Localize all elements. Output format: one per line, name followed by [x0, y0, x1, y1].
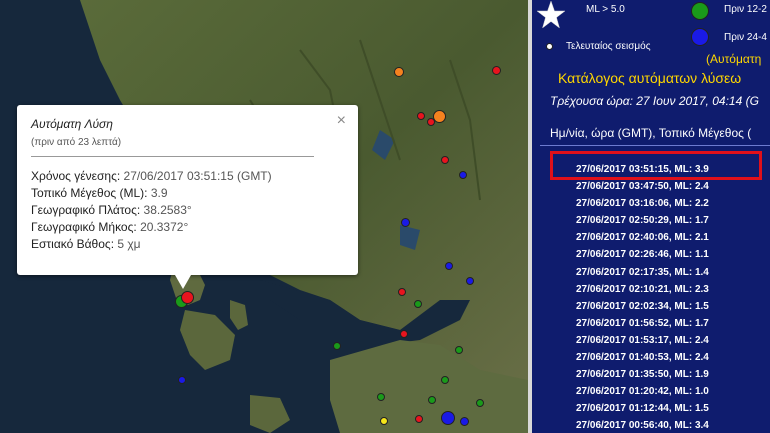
catalog-entry[interactable]: 27/06/2017 00:56:40, ML: 3.4: [576, 417, 709, 433]
header-separator: [540, 145, 770, 146]
quake-marker-blue[interactable]: [401, 218, 410, 227]
quake-marker-green[interactable]: [428, 396, 436, 404]
catalog-entry[interactable]: 27/06/2017 02:02:34, ML: 1.5: [576, 298, 709, 315]
quake-marker-red[interactable]: [441, 156, 449, 164]
quake-marker-green[interactable]: [377, 393, 385, 401]
catalog-entry[interactable]: 27/06/2017 01:56:52, ML: 1.7: [576, 315, 709, 332]
legend-auto: (Αυτόματη: [706, 52, 762, 66]
star-icon: [536, 0, 566, 29]
popup-divider: [31, 156, 314, 157]
panel-divider: [528, 0, 532, 433]
quake-marker-blue[interactable]: [178, 376, 186, 384]
popup-row-latitude: Γεωγραφικό Πλάτος: 38.2583°: [31, 203, 192, 217]
legend-ml5: ML > 5.0: [586, 4, 625, 15]
catalog-entry[interactable]: 27/06/2017 02:40:06, ML: 2.1: [576, 229, 709, 246]
popup-tail: [175, 275, 191, 289]
popup-row-magnitude: Τοπικό Μέγεθος (ML): 3.9: [31, 186, 168, 200]
legend-dot-blue: [691, 28, 709, 46]
quake-marker-green[interactable]: [476, 399, 484, 407]
catalog-entry[interactable]: 27/06/2017 01:20:42, ML: 1.0: [576, 383, 709, 400]
quake-marker-blue[interactable]: [466, 277, 474, 285]
legend-dot-white: [546, 43, 553, 50]
quake-marker-red[interactable]: [417, 112, 425, 120]
catalog-entry[interactable]: 27/06/2017 03:16:06, ML: 2.2: [576, 195, 709, 212]
legend-dot-green: [691, 2, 709, 20]
quake-marker-blue[interactable]: [459, 171, 467, 179]
quake-marker-red[interactable]: [415, 415, 423, 423]
quake-marker-yellow[interactable]: [380, 417, 388, 425]
catalog-panel: ML > 5.0 Πριν 12-2 Τελευταίος σεισμός Πρ…: [528, 0, 770, 433]
popup-row-origin-time: Χρόνος γένεσης: 27/06/2017 03:51:15 (GMT…: [31, 169, 272, 183]
selected-quake-marker[interactable]: [181, 291, 194, 304]
quake-marker-green[interactable]: [441, 376, 449, 384]
catalog-entry[interactable]: 27/06/2017 03:47:50, ML: 2.4: [576, 178, 709, 195]
legend-last-quake: Τελευταίος σεισμός: [566, 41, 651, 52]
quake-marker-orange[interactable]: [394, 67, 404, 77]
popup-time-ago: (πριν από 23 λεπτά): [31, 137, 122, 148]
earthquake-map[interactable]: × Αυτόματη Λύση (πριν από 23 λεπτά) Χρόν…: [0, 0, 528, 433]
popup-row-depth: Εστιακό Βάθος: 5 χμ: [31, 237, 141, 251]
legend-prev24: Πριν 24-4: [724, 32, 767, 43]
catalog-entry[interactable]: 27/06/2017 02:26:46, ML: 1.1: [576, 246, 709, 263]
popup-row-longitude: Γεωγραφικό Μήκος: 20.3372°: [31, 220, 189, 234]
quake-info-popup: × Αυτόματη Λύση (πριν από 23 λεπτά) Χρόν…: [17, 105, 358, 289]
catalog-entry[interactable]: 27/06/2017 01:40:53, ML: 2.4: [576, 349, 709, 366]
column-header: Ημ/νία, ώρα (GMT), Τοπικό Μέγεθος (: [550, 126, 752, 140]
catalog-entry[interactable]: 27/06/2017 02:50:29, ML: 1.7: [576, 212, 709, 229]
quake-marker-red[interactable]: [427, 118, 435, 126]
quake-marker-blue[interactable]: [445, 262, 453, 270]
quake-marker-blue[interactable]: [460, 417, 469, 426]
close-icon[interactable]: ×: [337, 112, 346, 130]
highlight-box: [550, 151, 762, 180]
quake-marker-green[interactable]: [414, 300, 422, 308]
catalog-entry[interactable]: 27/06/2017 01:12:44, ML: 1.5: [576, 400, 709, 417]
catalog-entry[interactable]: 27/06/2017 01:35:50, ML: 1.9: [576, 366, 709, 383]
quake-marker-green[interactable]: [455, 346, 463, 354]
catalog-list: 27/06/2017 03:51:15, ML: 3.9 27/06/2017 …: [576, 161, 709, 433]
legend-prev12: Πριν 12-2: [724, 4, 767, 15]
catalog-entry[interactable]: 27/06/2017 02:10:21, ML: 2.3: [576, 281, 709, 298]
catalog-entry[interactable]: 27/06/2017 01:53:17, ML: 2.4: [576, 332, 709, 349]
quake-marker-red[interactable]: [400, 330, 408, 338]
quake-marker-red[interactable]: [492, 66, 501, 75]
quake-marker-green[interactable]: [333, 342, 341, 350]
catalog-title: Κατάλογος αυτόματων λύσεω: [558, 70, 742, 86]
quake-marker-blue[interactable]: [441, 411, 455, 425]
quake-marker-red[interactable]: [398, 288, 406, 296]
popup-title: Αυτόματη Λύση: [31, 117, 113, 131]
catalog-entry[interactable]: 27/06/2017 02:17:35, ML: 1.4: [576, 264, 709, 281]
current-time: Τρέχουσα ώρα: 27 Ιουν 2017, 04:14 (G: [550, 94, 759, 108]
